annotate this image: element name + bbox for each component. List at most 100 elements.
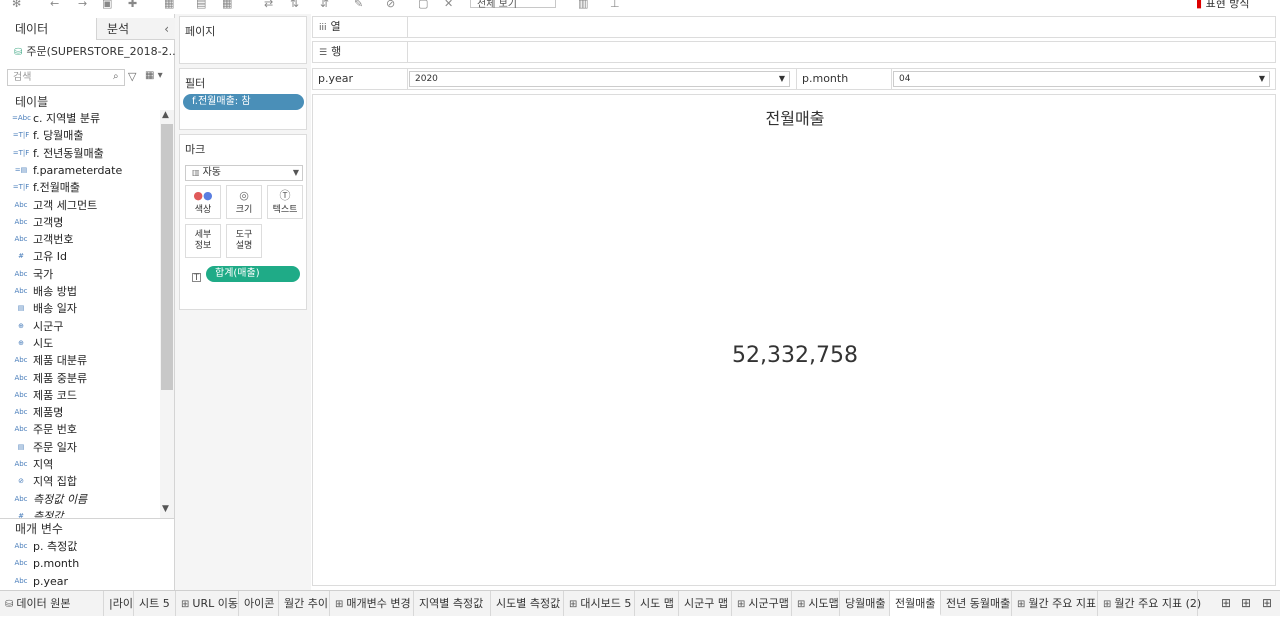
add-datasource-icon[interactable]: ✚ [128,0,137,10]
field-item[interactable]: Abc 지역 [0,456,160,473]
field-item[interactable]: Abc 제품명 [0,404,160,421]
month-param-select[interactable]: 04 ▼ [893,71,1270,87]
sheet-tab[interactable]: 지역별 측정값 [414,591,491,616]
field-item[interactable]: ▤ 주문 일자 [0,439,160,456]
pages-card[interactable]: 페이지 [179,16,307,64]
field-item[interactable]: Abc 제품 코드 [0,387,160,404]
show-me-button[interactable]: ▮ 표현 방식 [1196,0,1250,11]
tooltip-button[interactable]: 도구 설명 [226,224,262,258]
sheet-tab-active[interactable]: 전월매출 [890,591,941,616]
sheet-tab[interactable]: 전년 동월매출 [941,591,1012,616]
sheet-tab[interactable]: ⊞ 월간 주요 지표 (2) [1098,591,1201,616]
field-item[interactable]: ⊕ 시도 [0,335,160,352]
pin-icon[interactable]: ✕ [444,0,453,10]
text-button[interactable]: Ⓣ 텍스트 [267,185,303,219]
field-item[interactable]: =T|F f. 전년동월매출 [0,145,160,162]
field-item[interactable]: Abc 제품 대분류 [0,352,160,369]
rows-shelf-label: ☰ 행 [313,42,408,62]
field-item[interactable]: Abc 주문 번호 [0,421,160,438]
parameter-item[interactable]: Abc p.month [0,555,160,572]
sheet-tab[interactable]: 월간 추이 [279,591,330,616]
parameter-item[interactable]: Abc p. 측정값 [0,538,160,555]
sheet-tab[interactable]: ⊞ 시군구맵 [732,591,792,616]
tables-title: 테이블 [15,95,49,109]
sheet-tab[interactable]: ⛁ 데이터 원본 [0,591,104,616]
scrollbar-thumb[interactable] [161,124,173,390]
field-item[interactable]: =T|F f.전월매출 [0,179,160,196]
field-item[interactable]: =Abc c. 지역별 분류 [0,110,160,127]
field-item[interactable]: Abc 측정값 이름 [0,491,160,508]
mark-type-dropdown[interactable]: ▥ 자동 ▼ [185,165,303,181]
sheet-tab[interactable]: 시트 5 [134,591,176,616]
field-item[interactable]: Abc 배송 방법 [0,283,160,300]
viz-title[interactable]: 전월매출 [313,105,1277,129]
detail-button[interactable]: 세부 정보 [185,224,221,258]
forward-icon[interactable]: → [78,0,87,10]
field-item[interactable]: Abc 국가 [0,266,160,283]
field-item[interactable]: ▤ 배송 일자 [0,300,160,317]
sheet-tab[interactable]: ⊞ 매개변수 변경 [330,591,414,616]
filter-icon[interactable]: ▽ [128,70,136,83]
sort-desc-icon[interactable]: ⇵ [320,0,329,10]
kpi-value[interactable]: 52,332,758 [313,343,1277,368]
highlight-icon[interactable]: ✎ [354,0,363,10]
field-item[interactable]: ⊘ 지역 집합 [0,473,160,490]
scroll-up-icon[interactable]: ▲ [162,110,169,120]
labels-icon[interactable]: ▢ [418,0,428,10]
sheet-tab[interactable]: 당월매출 [840,591,890,616]
pane-divider[interactable] [0,518,175,519]
sort-asc-icon[interactable]: ⇅ [290,0,299,10]
sheet-tab[interactable]: 시도 맵 [635,591,679,616]
duplicate-sheet-icon[interactable]: ▤ [196,0,206,10]
columns-shelf[interactable]: iii 열 [312,16,1276,38]
sheet-tab[interactable]: ⊞ 대시보드 5 [564,591,635,616]
sheet-tab[interactable]: 시도별 측정값 [491,591,564,616]
measure-pill[interactable]: 합계(매출) [206,266,300,282]
chevron-left-icon[interactable]: ‹ [164,18,169,40]
group-icon[interactable]: ⊘ [386,0,395,10]
new-dashboard-icon[interactable]: ⊞ [1241,591,1251,616]
parameter-item[interactable]: Abc p.year [0,573,160,590]
new-sheet-icon[interactable]: ▦ [164,0,174,10]
size-button[interactable]: ◎ 크기 [226,185,262,219]
filters-card[interactable]: 필터 f.전월매출: 참 [179,68,307,130]
field-item[interactable]: Abc 고객 세그먼트 [0,197,160,214]
year-param-select[interactable]: 2020 ▼ [409,71,790,87]
new-story-icon[interactable]: ⊞ [1262,591,1272,616]
scroll-down-icon[interactable]: ▼ [162,504,169,514]
field-item[interactable]: Abc 고객번호 [0,231,160,248]
color-button[interactable]: ●● 색상 [185,185,221,219]
clear-sheet-icon[interactable]: ▦ [222,0,232,10]
save-icon[interactable]: ▣ [102,0,112,10]
sheet-tab[interactable]: ⊞ 월간 주요 지표 [1012,591,1098,616]
search-input[interactable]: 검색 [7,69,125,86]
view-options-icon[interactable]: ▦ ▾ [145,70,163,81]
field-item[interactable]: Abc 제품 중분류 [0,370,160,387]
new-worksheet-icon[interactable]: ⊞ [1221,591,1231,616]
sheet-tab[interactable]: ⊞ URL 이동 [176,591,239,616]
field-item[interactable]: =▤ f.parameterdate [0,162,160,179]
field-item[interactable]: =T|F f. 당월매출 [0,127,160,144]
rows-shelf[interactable]: ☰ 행 [312,41,1276,63]
datasource-item[interactable]: ⛁ 주문(SUPERSTORE_2018-2... [14,43,179,59]
sheet-tab[interactable]: |라이 [104,591,134,616]
tab-analysis[interactable]: 분석 ‹ [96,18,175,40]
sheet-tab[interactable]: 시군구 맵 [679,591,732,616]
fit-dropdown[interactable]: 전체 보기 [470,0,556,10]
text-encoding-icon[interactable]: T [192,273,201,283]
presentation-icon[interactable]: ⊥ [610,0,620,10]
field-item[interactable]: # 측정값 [0,508,160,518]
tab-data[interactable]: 데이터 [0,18,96,40]
field-item[interactable]: # 고유 Id [0,248,160,265]
sheet-tab[interactable]: ⊞ 시도맵 [792,591,840,616]
sheet-tab[interactable]: 아이콘 [239,591,279,616]
dashboard-icon: ⊞ [335,599,344,610]
field-item[interactable]: ⊕ 시군구 [0,318,160,335]
field-item[interactable]: Abc 고객명 [0,214,160,231]
viz-canvas[interactable]: 전월매출 52,332,758 [312,94,1276,586]
filter-pill[interactable]: f.전월매출: 참 [183,94,304,110]
tableau-logo-icon[interactable]: ✻ [12,0,21,10]
back-icon[interactable]: ← [50,0,59,10]
swap-icon[interactable]: ⇄ [264,0,273,10]
show-chart-icon[interactable]: ▥ [578,0,588,10]
